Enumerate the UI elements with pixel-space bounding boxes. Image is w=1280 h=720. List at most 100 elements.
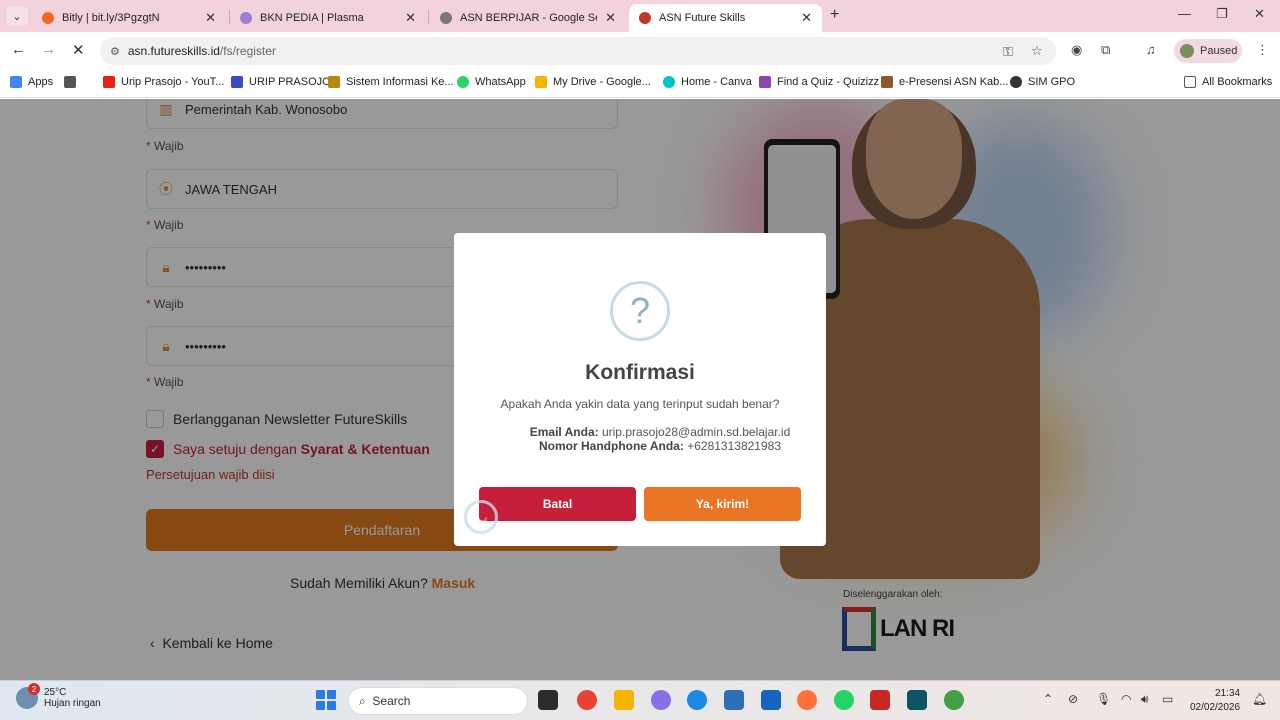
tab-groups-icon <box>64 76 76 88</box>
window-close-button[interactable]: ✕ <box>1254 6 1265 22</box>
bookmark-urip-prasojo[interactable]: URIP PRASOJO <box>231 76 331 88</box>
volume-icon[interactable]: 🔊︎ <box>1141 692 1149 707</box>
dialog-message: Apakah Anda yakin data yang terinput sud… <box>500 397 780 411</box>
confirm-dialog: ? Konfirmasi Apakah Anda yakin data yang… <box>454 233 826 546</box>
whatsapp-icon[interactable] <box>834 690 854 710</box>
confirm-button[interactable]: Ya, kirim! <box>644 487 801 521</box>
chrome-icon[interactable] <box>577 690 597 710</box>
url-host: asn.futureskills.id <box>127 44 220 58</box>
taskbar: 2 25°C Hujan ringan ⌕ Search ⌃ ⊘ 🎙︎ ◠ 🔊︎ … <box>0 680 1280 720</box>
site-icon <box>231 76 243 88</box>
network-off-icon[interactable]: ⊘ <box>1068 692 1078 706</box>
url-path: /fs/register <box>219 44 276 58</box>
question-icon: ? <box>610 281 670 341</box>
menu-kebab-icon[interactable]: ⋮ <box>1256 42 1269 58</box>
dialog-title: Konfirmasi <box>585 361 695 384</box>
copilot-icon[interactable] <box>651 690 671 710</box>
chevron-down-icon: ⌄ <box>12 10 22 23</box>
tab-groups-button[interactable] <box>64 76 82 88</box>
future-skills-icon <box>639 12 651 24</box>
extension-circle-icon[interactable]: ◉ <box>1071 42 1082 58</box>
site-info-icon[interactable]: ⚙ <box>110 45 120 58</box>
extensions-puzzle-icon[interactable]: ⧉ <box>1101 42 1110 58</box>
close-icon[interactable]: ✕ <box>405 10 416 26</box>
tab-bkn-pedia[interactable]: BKN PEDIA | Plasma ✕ <box>230 4 426 32</box>
canva-icon <box>663 76 675 88</box>
site-icon <box>328 76 340 88</box>
tab-title: ASN BERPIJAR - Google Search <box>460 12 597 24</box>
address-bar[interactable]: ⚙ asn.futureskills.id/fs/register <box>100 37 1056 65</box>
wifi-icon[interactable]: ◠ <box>1121 692 1131 706</box>
notification-bell-icon[interactable]: 🔔︎ <box>1252 692 1267 706</box>
avatar <box>1180 44 1194 58</box>
tab-asn-future-skills[interactable]: ASN Future Skills ✕ <box>629 4 822 32</box>
tab-google-search[interactable]: ASN BERPIJAR - Google Search ✕ <box>430 4 626 32</box>
globe-icon <box>1010 76 1022 88</box>
bookmarks-bar: Apps Urip Prasojo - YouT... URIP PRASOJO… <box>0 70 1280 98</box>
firefox-icon[interactable] <box>797 690 817 710</box>
cursor-hand-icon: ☝ <box>480 514 489 530</box>
new-tab-button[interactable]: + <box>830 6 839 24</box>
quizizz-icon <box>759 76 771 88</box>
browser-toolbar: ← → ✕ ⚙ asn.futureskills.id/fs/register … <box>0 32 1280 70</box>
bookmark-apps[interactable]: Apps <box>10 76 53 88</box>
site-icon <box>881 76 893 88</box>
chevron-up-icon[interactable]: ⌃ <box>1043 692 1053 706</box>
notification-badge: 2 <box>28 683 40 695</box>
profile-status: Paused <box>1200 45 1238 57</box>
close-icon[interactable]: ✕ <box>605 10 616 26</box>
forward-button[interactable]: → <box>41 41 56 58</box>
tab-bar: ⌄ Bitly | bit.ly/3PgzgtN ✕ BKN PEDIA | P… <box>0 0 1280 32</box>
close-icon[interactable]: ✕ <box>801 10 812 26</box>
app-icon[interactable] <box>761 690 781 710</box>
page-content: ▥ Pemerintah Kab. Wonosobo * Wajib ⦿ JAW… <box>0 99 1280 680</box>
media-control-icon[interactable]: ♫ <box>1146 42 1156 57</box>
bookmark-google-drive[interactable]: My Drive - Google... <box>535 76 651 88</box>
tab-search-button[interactable]: ⌄ <box>6 6 28 26</box>
restore-button[interactable]: ❐ <box>1216 6 1228 22</box>
arrow-left-icon: ← <box>11 41 26 58</box>
tab-title: Bitly | bit.ly/3PgzgtN <box>62 12 160 24</box>
tab-title: ASN Future Skills <box>659 12 746 24</box>
bookmark-whatsapp[interactable]: WhatsApp <box>457 76 526 88</box>
plasma-icon <box>240 12 252 24</box>
profile-button[interactable]: Paused <box>1174 39 1242 63</box>
bookmark-e-presensi[interactable]: e-Presensi ASN Kab... <box>881 76 1008 88</box>
youtube-icon <box>103 76 115 88</box>
windows-start-button[interactable] <box>316 690 336 710</box>
arrow-right-icon: → <box>41 41 56 58</box>
microphone-icon[interactable]: 🎙︎ <box>1096 692 1111 706</box>
bookmark-sistem-informasi[interactable]: Sistem Informasi Ke... <box>328 76 454 88</box>
system-clock[interactable]: 21:34 02/02/2026 <box>1190 687 1240 715</box>
minimize-button[interactable]: — <box>1178 6 1191 21</box>
cancel-button[interactable]: Batal <box>479 487 636 521</box>
bookmark-canva[interactable]: Home - Canva <box>663 76 752 88</box>
dialog-email: Email Anda: urip.prasojo28@admin.sd.bela… <box>529 425 791 439</box>
battery-icon[interactable]: ▭ <box>1162 692 1173 706</box>
task-view-icon[interactable] <box>538 690 558 710</box>
whatsapp-icon <box>457 76 469 88</box>
all-bookmarks[interactable]: All Bookmarks <box>1184 76 1272 88</box>
bookmark-sim-gpo[interactable]: SIM GPO <box>1010 76 1075 88</box>
stop-button[interactable]: ✕ <box>72 41 85 59</box>
tab-title: BKN PEDIA | Plasma <box>260 12 364 24</box>
close-icon[interactable]: ✕ <box>205 10 216 26</box>
acrobat-icon[interactable] <box>870 690 890 710</box>
back-button[interactable]: ← <box>11 41 26 58</box>
apps-grid-icon <box>10 76 22 88</box>
google-icon <box>440 12 452 24</box>
weather-widget[interactable]: 2 25°C Hujan ringan <box>16 683 101 709</box>
bookmark-youtube[interactable]: Urip Prasojo - YouT... <box>103 76 224 88</box>
bitly-icon <box>42 12 54 24</box>
taskbar-search[interactable]: ⌕ Search <box>348 687 528 715</box>
file-explorer-icon[interactable] <box>614 690 634 710</box>
store-icon[interactable] <box>724 690 744 710</box>
chrome-profile-icon[interactable] <box>944 690 964 710</box>
bookmark-quizizz[interactable]: Find a Quiz - Quizizz <box>759 76 879 88</box>
terminal-icon[interactable] <box>907 690 927 710</box>
edge-icon[interactable] <box>687 690 707 710</box>
tab-bitly[interactable]: Bitly | bit.ly/3PgzgtN ✕ <box>32 4 226 32</box>
bookmark-star-icon[interactable]: ☆ <box>1031 43 1043 59</box>
weather-icon: 2 <box>16 683 40 709</box>
password-key-icon[interactable]: ⚿ <box>1003 44 1013 60</box>
